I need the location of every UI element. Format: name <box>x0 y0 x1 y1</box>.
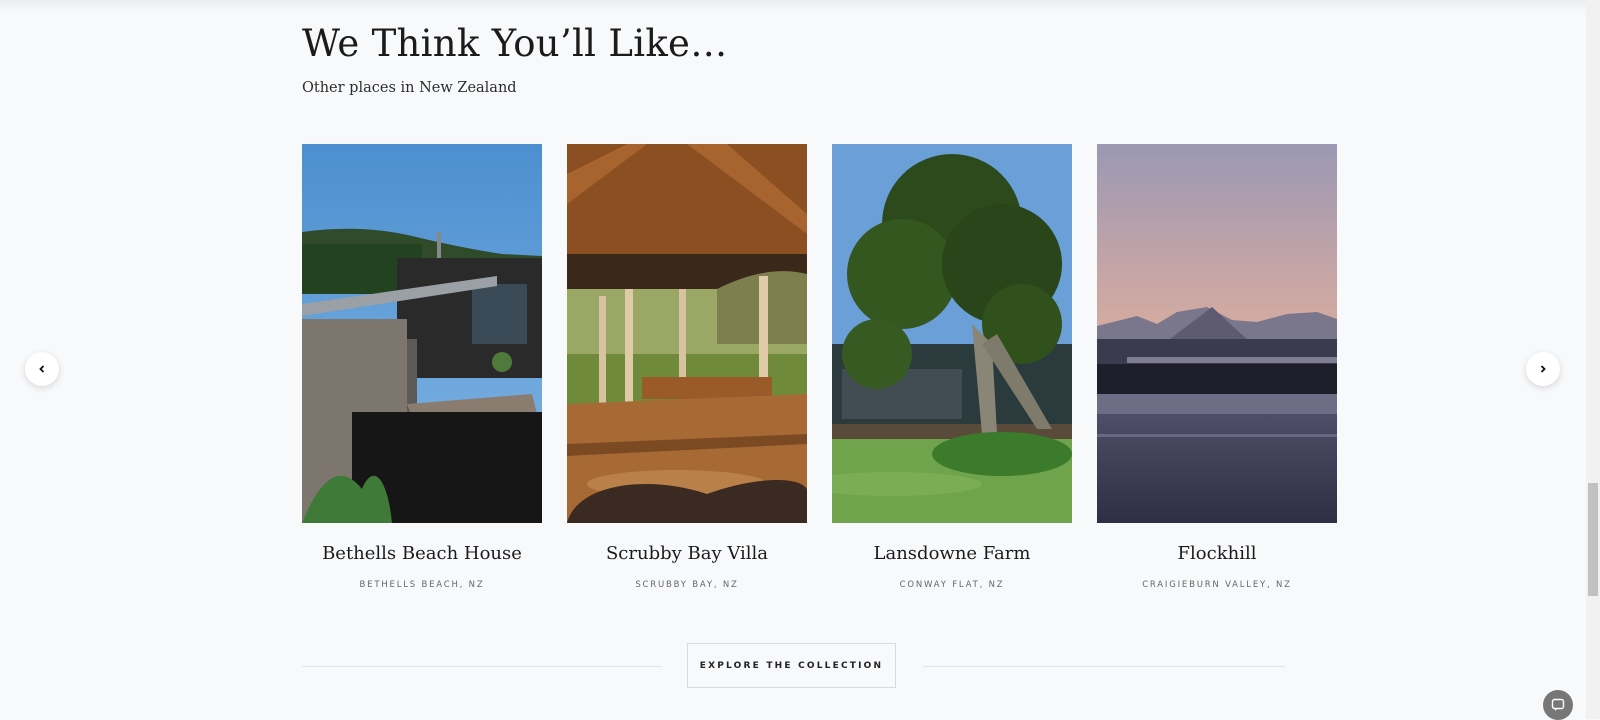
property-photo[interactable] <box>302 144 542 523</box>
header-shadow <box>0 0 1586 14</box>
property-card-bethells[interactable]: Bethells Beach House BETHELLS BEACH, NZ <box>302 144 542 590</box>
divider-right <box>923 666 1285 667</box>
property-location: CRAIGIEBURN VALLEY, NZ <box>1142 580 1292 590</box>
property-name[interactable]: Scrubby Bay Villa <box>567 543 807 564</box>
property-location: BETHELLS BEACH, NZ <box>359 580 485 590</box>
section-subtitle: Other places in New Zealand <box>302 80 517 96</box>
property-name[interactable]: Flockhill <box>1097 543 1337 564</box>
property-location: CONWAY FLAT, NZ <box>899 580 1005 590</box>
property-name[interactable]: Lansdowne Farm <box>832 543 1072 564</box>
chevron-left-icon <box>39 365 45 373</box>
page-scrollbar[interactable] <box>1586 0 1600 719</box>
section-title: We Think You’ll Like… <box>302 22 728 65</box>
chat-button[interactable] <box>1543 690 1573 720</box>
scrollbar-thumb[interactable] <box>1588 483 1598 596</box>
chat-icon <box>1551 698 1565 711</box>
property-photo[interactable] <box>1097 144 1337 523</box>
property-name[interactable]: Bethells Beach House <box>302 543 542 564</box>
property-card-flockhill[interactable]: Flockhill CRAIGIEBURN VALLEY, NZ <box>1097 144 1337 590</box>
property-card-scrubby-bay[interactable]: Scrubby Bay Villa SCRUBBY BAY, NZ <box>567 144 807 590</box>
carousel-prev-button[interactable] <box>25 352 59 386</box>
carousel-next-button[interactable] <box>1526 352 1560 386</box>
property-photo[interactable] <box>567 144 807 523</box>
explore-collection-button[interactable]: EXPLORE THE COLLECTION <box>687 643 896 688</box>
property-carousel: Bethells Beach House BETHELLS BEACH, NZ <box>302 144 1337 604</box>
property-card-lansdowne[interactable]: Lansdowne Farm CONWAY FLAT, NZ <box>832 144 1072 590</box>
property-location: SCRUBBY BAY, NZ <box>635 580 739 590</box>
divider-left <box>302 666 662 667</box>
chevron-right-icon <box>1540 365 1546 373</box>
property-photo[interactable] <box>832 144 1072 523</box>
